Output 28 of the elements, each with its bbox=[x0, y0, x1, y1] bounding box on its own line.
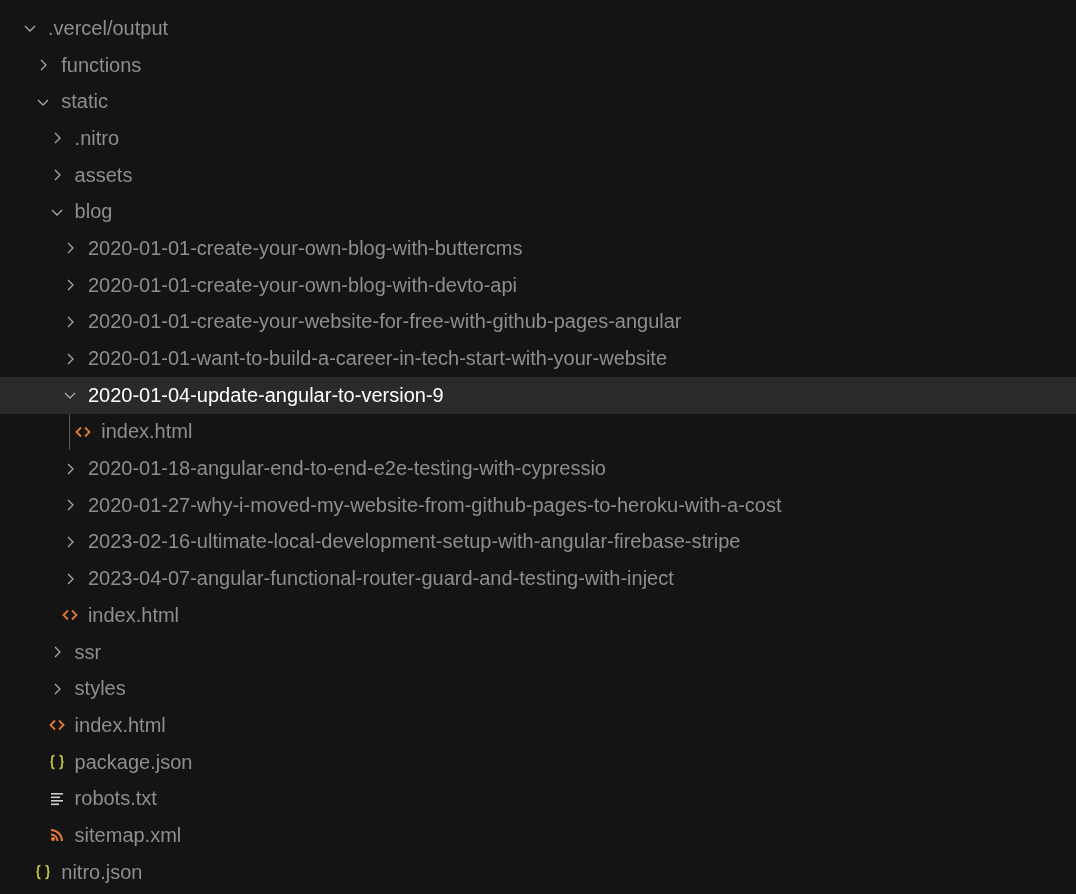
tree-item[interactable]: assets bbox=[0, 156, 1076, 194]
tree-item[interactable]: 2020-01-01-create-your-website-for-free-with-github-pages-angular bbox=[0, 303, 1076, 341]
tree-item[interactable]: 2020-01-27-why-i-moved-my-website-from-github-pages-to-heroku-with-a-cost bbox=[0, 486, 1076, 524]
tree-item[interactable]: static bbox=[0, 83, 1076, 121]
tree-item[interactable]: nitro.json bbox=[0, 853, 1076, 891]
tree-item[interactable]: 2020-01-18-angular-end-to-end-e2e-testing-with-cypressio bbox=[0, 450, 1076, 487]
tree-item[interactable]: ssr bbox=[0, 633, 1076, 671]
tree-item[interactable]: functions bbox=[0, 46, 1076, 84]
tree-item[interactable]: index.html bbox=[0, 707, 1076, 744]
braces-icon bbox=[35, 864, 52, 881]
rss-icon bbox=[48, 827, 65, 844]
tree-item[interactable]: .nitro bbox=[0, 120, 1076, 157]
tree-item[interactable]: styles bbox=[0, 670, 1076, 708]
tree-item[interactable]: index.html bbox=[0, 597, 1076, 634]
tree-item[interactable]: 2020-01-01-create-your-own-blog-with-devto-api bbox=[0, 266, 1076, 304]
tree-item[interactable]: 2020-01-01-create-your-own-blog-with-buttercms bbox=[0, 230, 1076, 267]
tree-item[interactable]: sitemap.xml bbox=[0, 817, 1076, 854]
tree-item[interactable]: 2020-01-01-want-to-build-a-career-in-tech-start-with-your-website bbox=[0, 340, 1076, 377]
tree-item[interactable]: 2023-04-07-angular-functional-router-guard-and-testing-with-inject bbox=[0, 560, 1076, 597]
braces-icon bbox=[48, 754, 65, 771]
tree-item[interactable]: robots.txt bbox=[0, 780, 1076, 818]
tree-item[interactable]: blog bbox=[0, 193, 1076, 231]
tree-item[interactable]: index.html bbox=[0, 413, 1076, 451]
lines-icon bbox=[48, 790, 65, 807]
tree-item[interactable]: .vercel/output bbox=[0, 10, 1076, 47]
tree-item[interactable]: package.json bbox=[0, 743, 1076, 781]
tree-item[interactable]: 2023-02-16-ultimate-local-development-setup-with-angular-firebase-stripe bbox=[0, 523, 1076, 561]
tree-item[interactable]: 2020-01-04-update-angular-to-version-9 bbox=[0, 376, 1076, 414]
